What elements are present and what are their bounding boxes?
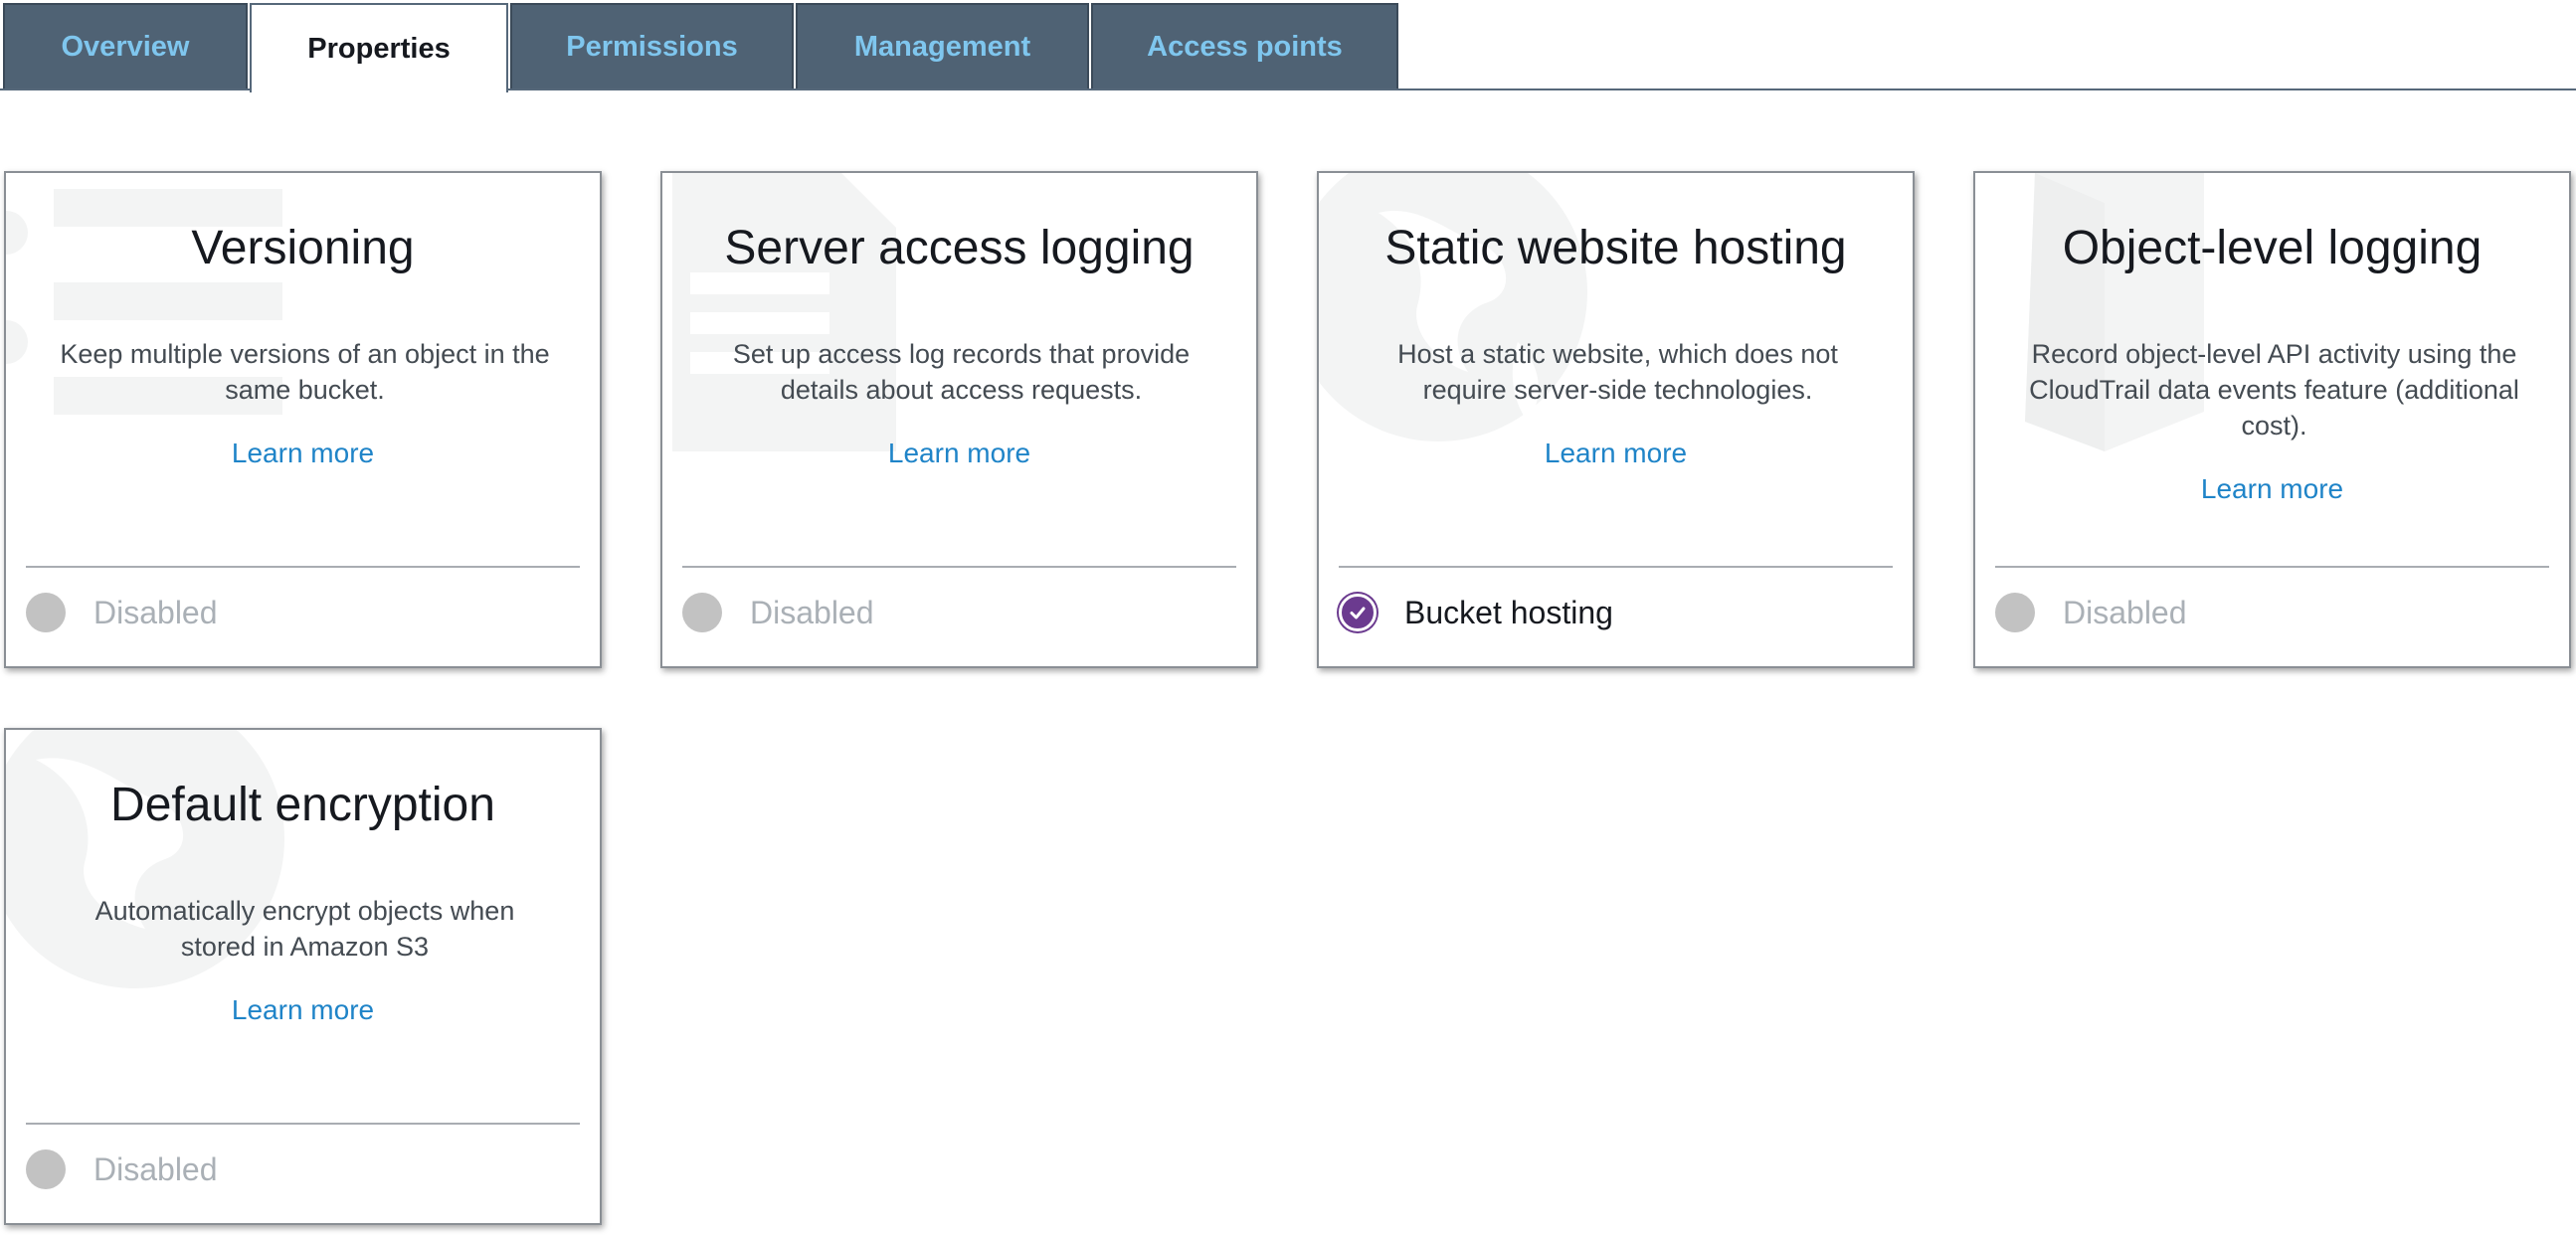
- card-divider: [1339, 566, 1893, 568]
- tab-access-points[interactable]: Access points: [1091, 3, 1398, 88]
- card-description: Host a static website, which does not re…: [1397, 339, 1838, 405]
- card-title: Static website hosting: [1384, 222, 1847, 274]
- learn-more-link[interactable]: Learn more: [6, 992, 600, 1028]
- status-indicator-icon: [1995, 593, 2035, 632]
- static-website-hosting-card[interactable]: Static website hosting Host a static web…: [1317, 171, 1915, 668]
- status-text: Disabled: [93, 1150, 218, 1187]
- learn-more-link[interactable]: Learn more: [1319, 436, 1913, 471]
- learn-more-link[interactable]: Learn more: [662, 436, 1256, 471]
- tab-bar: Overview Properties Permissions Manageme…: [0, 0, 2576, 92]
- status-row: Disabled: [26, 1147, 218, 1191]
- card-divider: [26, 1123, 580, 1125]
- tab-management[interactable]: Management: [796, 3, 1089, 88]
- card-divider: [26, 566, 580, 568]
- card-title: Default encryption: [110, 779, 495, 831]
- checkmark-icon: [1350, 607, 1366, 619]
- status-row: Disabled: [1995, 591, 2187, 634]
- status-row: Bucket hosting: [1339, 591, 1613, 634]
- status-indicator-icon: [682, 593, 722, 632]
- status-text: Bucket hosting: [1404, 594, 1613, 630]
- status-indicator-icon: [26, 1149, 66, 1189]
- card-description: Set up access log records that provide d…: [732, 339, 1191, 405]
- check-circle-icon: [1339, 594, 1377, 631]
- learn-more-link[interactable]: Learn more: [1975, 471, 2569, 507]
- card-description: Keep multiple versions of an object in t…: [60, 339, 550, 405]
- card-title: Versioning: [191, 222, 415, 274]
- status-indicator-icon: [26, 593, 66, 632]
- server-access-logging-card[interactable]: Server access logging Set up access log …: [660, 171, 1258, 668]
- properties-page: Overview Properties Permissions Manageme…: [0, 0, 2576, 1235]
- default-encryption-card[interactable]: Default encryption Automatically encrypt…: [4, 728, 602, 1225]
- card-divider: [1995, 566, 2549, 568]
- versioning-card[interactable]: Versioning Keep multiple versions of an …: [4, 171, 602, 668]
- status-text: Disabled: [2063, 594, 2187, 630]
- tab-permissions[interactable]: Permissions: [510, 3, 794, 88]
- status-row: Disabled: [682, 591, 874, 634]
- learn-more-link[interactable]: Learn more: [6, 436, 600, 471]
- card-title: Server access logging: [724, 222, 1195, 274]
- tab-overview[interactable]: Overview: [3, 3, 248, 88]
- card-divider: [682, 566, 1236, 568]
- status-text: Disabled: [93, 594, 218, 630]
- card-description: Automatically encrypt objects when store…: [94, 896, 515, 962]
- status-text: Disabled: [750, 594, 874, 630]
- card-title: Object-level logging: [2062, 222, 2483, 274]
- card-description: Record object-level API activity using t…: [2029, 339, 2519, 441]
- status-row: Disabled: [26, 591, 218, 634]
- tab-properties[interactable]: Properties: [250, 3, 508, 92]
- object-level-logging-card[interactable]: Object-level logging Record object-level…: [1973, 171, 2571, 668]
